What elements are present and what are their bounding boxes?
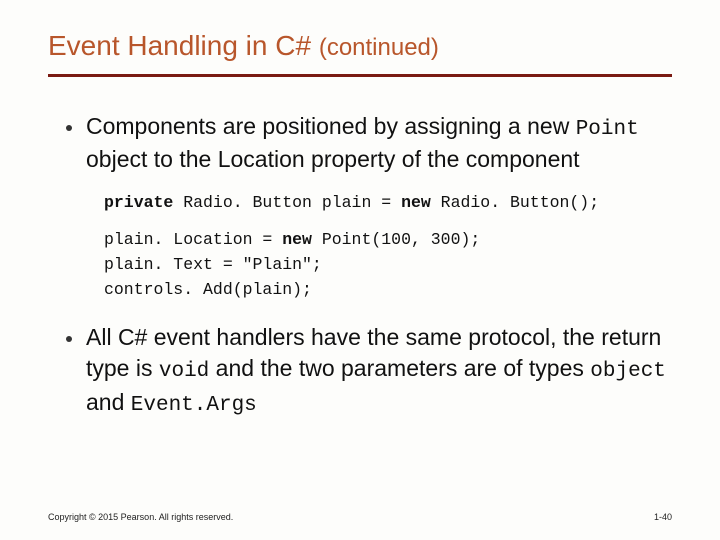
page-number: 1-40: [654, 512, 672, 522]
title-continued: (continued): [319, 34, 439, 61]
code-l2c: Point(100, 300);: [312, 230, 480, 249]
code-l1b: Radio. Button plain =: [173, 193, 401, 212]
code-block: private Radio. Button plain = new Radio.…: [104, 191, 672, 302]
bullet2-part-c: and: [86, 389, 131, 415]
code-kw-new2: new: [282, 230, 312, 249]
footer: Copyright © 2015 Pearson. All rights res…: [48, 512, 672, 522]
bullet1-mono: Point: [576, 118, 639, 141]
code-kw-new1: new: [401, 193, 431, 212]
bullet1-part-a: Components are positioned by assigning a…: [86, 113, 576, 139]
bullet-item-2: All C# event handlers have the same prot…: [48, 322, 672, 420]
bullet-text-1: Components are positioned by assigning a…: [86, 111, 672, 175]
bullet1-part-b: object to the Location property of the c…: [86, 146, 580, 172]
divider: [48, 74, 672, 77]
copyright-text: Copyright © 2015 Pearson. All rights res…: [48, 512, 233, 522]
bullet-dot-icon: [66, 336, 72, 342]
bullet-dot-icon: [66, 125, 72, 131]
bullet2-mono-eventargs: Event.Args: [131, 394, 257, 417]
code-line-1: private Radio. Button plain = new Radio.…: [104, 191, 672, 216]
slide-title: Event Handling in C# (continued): [48, 30, 672, 62]
bullet2-part-b: and the two parameters are of types: [209, 355, 590, 381]
code-line-2: plain. Location = new Point(100, 300);: [104, 228, 672, 253]
title-main: Event Handling in C#: [48, 30, 319, 61]
bullet-text-2: All C# event handlers have the same prot…: [86, 322, 672, 420]
code-line-3: plain. Text = "Plain";: [104, 253, 672, 278]
code-kw-private: private: [104, 193, 173, 212]
code-l2a: plain. Location =: [104, 230, 282, 249]
code-line-4: controls. Add(plain);: [104, 278, 672, 303]
bullet2-mono-object: object: [590, 360, 666, 383]
code-l1d: Radio. Button();: [431, 193, 599, 212]
bullet-item-1: Components are positioned by assigning a…: [48, 111, 672, 175]
bullet2-mono-void: void: [159, 360, 209, 383]
